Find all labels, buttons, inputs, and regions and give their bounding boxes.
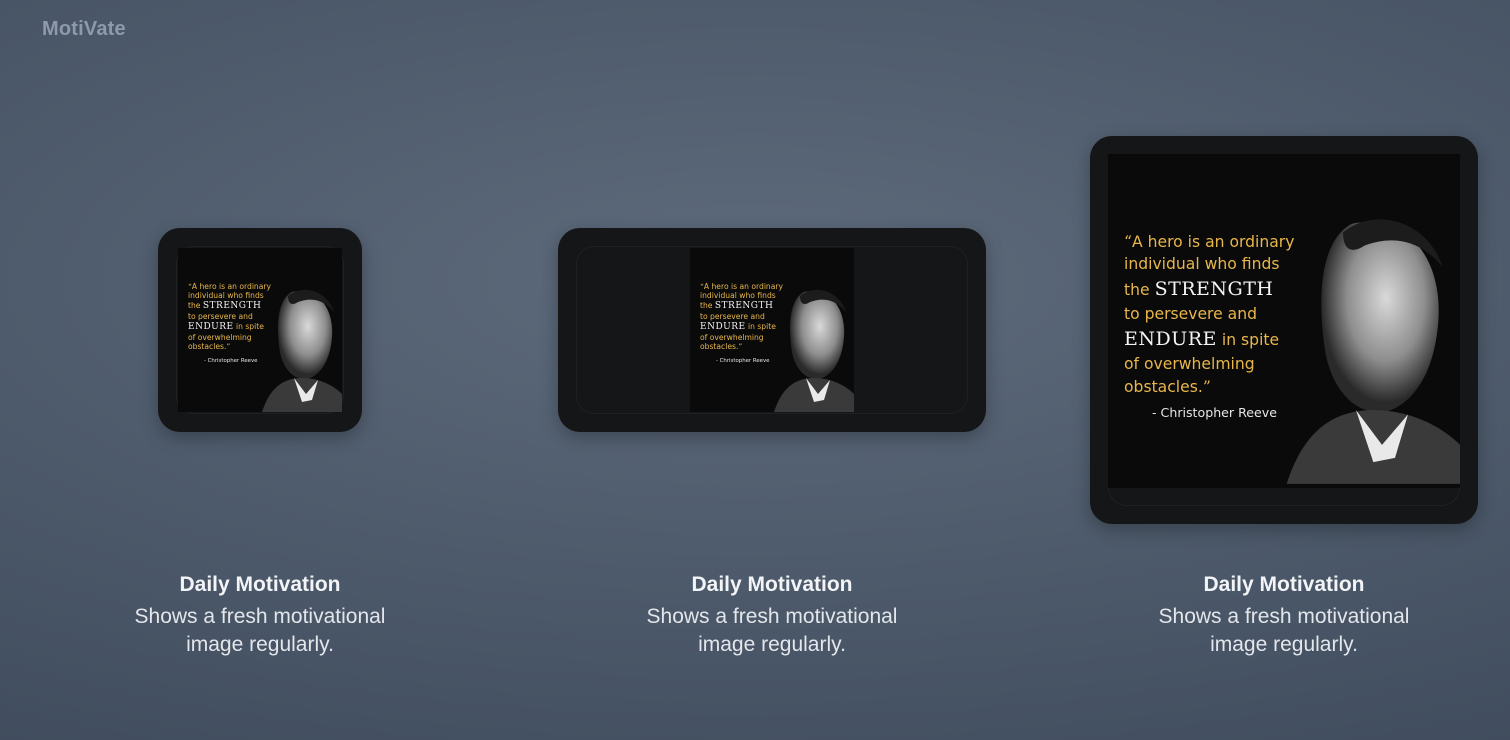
widget-description-line2: image regularly. <box>698 633 846 656</box>
widget-caption-large: Daily Motivation Shows a fresh motivatio… <box>1124 573 1444 659</box>
widget-caption-medium: Daily Motivation Shows a fresh motivatio… <box>612 573 932 659</box>
widget-description-line2: image regularly. <box>186 633 334 656</box>
widget-title: Daily Motivation <box>179 573 341 596</box>
app-title: MotiVate <box>42 18 126 40</box>
quote-poster-image: “A hero is an ordinary individual who fi… <box>690 248 854 412</box>
widget-caption-small: Daily Motivation Shows a fresh motivatio… <box>100 573 420 659</box>
widget-preview-small[interactable]: “A hero is an ordinary individual who fi… <box>158 228 362 432</box>
widget-preview-large[interactable]: “A hero is an ordinary individual who fi… <box>1090 136 1478 524</box>
quote-poster-image: “A hero is an ordinary individual who fi… <box>1108 154 1460 488</box>
widget-description-line1: Shows a fresh motivational <box>134 605 386 628</box>
quote-attribution: - Christopher Reeve <box>716 357 770 364</box>
quote-text: “A hero is an ordinary individual who fi… <box>1124 231 1294 422</box>
widget-title: Daily Motivation <box>691 573 853 596</box>
widget-preview-medium[interactable]: “A hero is an ordinary individual who fi… <box>558 228 986 432</box>
widget-title: Daily Motivation <box>1203 573 1365 596</box>
quote-text: “A hero is an ordinary individual who fi… <box>188 282 272 364</box>
widget-description-line1: Shows a fresh motivational <box>1158 605 1410 628</box>
quote-attribution: - Christopher Reeve <box>204 357 258 364</box>
quote-poster-image: “A hero is an ordinary individual who fi… <box>178 248 342 412</box>
quote-text: “A hero is an ordinary individual who fi… <box>700 282 784 364</box>
widget-description-line1: Shows a fresh motivational <box>646 605 898 628</box>
quote-attribution: - Christopher Reeve <box>1152 404 1277 420</box>
widget-description-line2: image regularly. <box>1210 633 1358 656</box>
